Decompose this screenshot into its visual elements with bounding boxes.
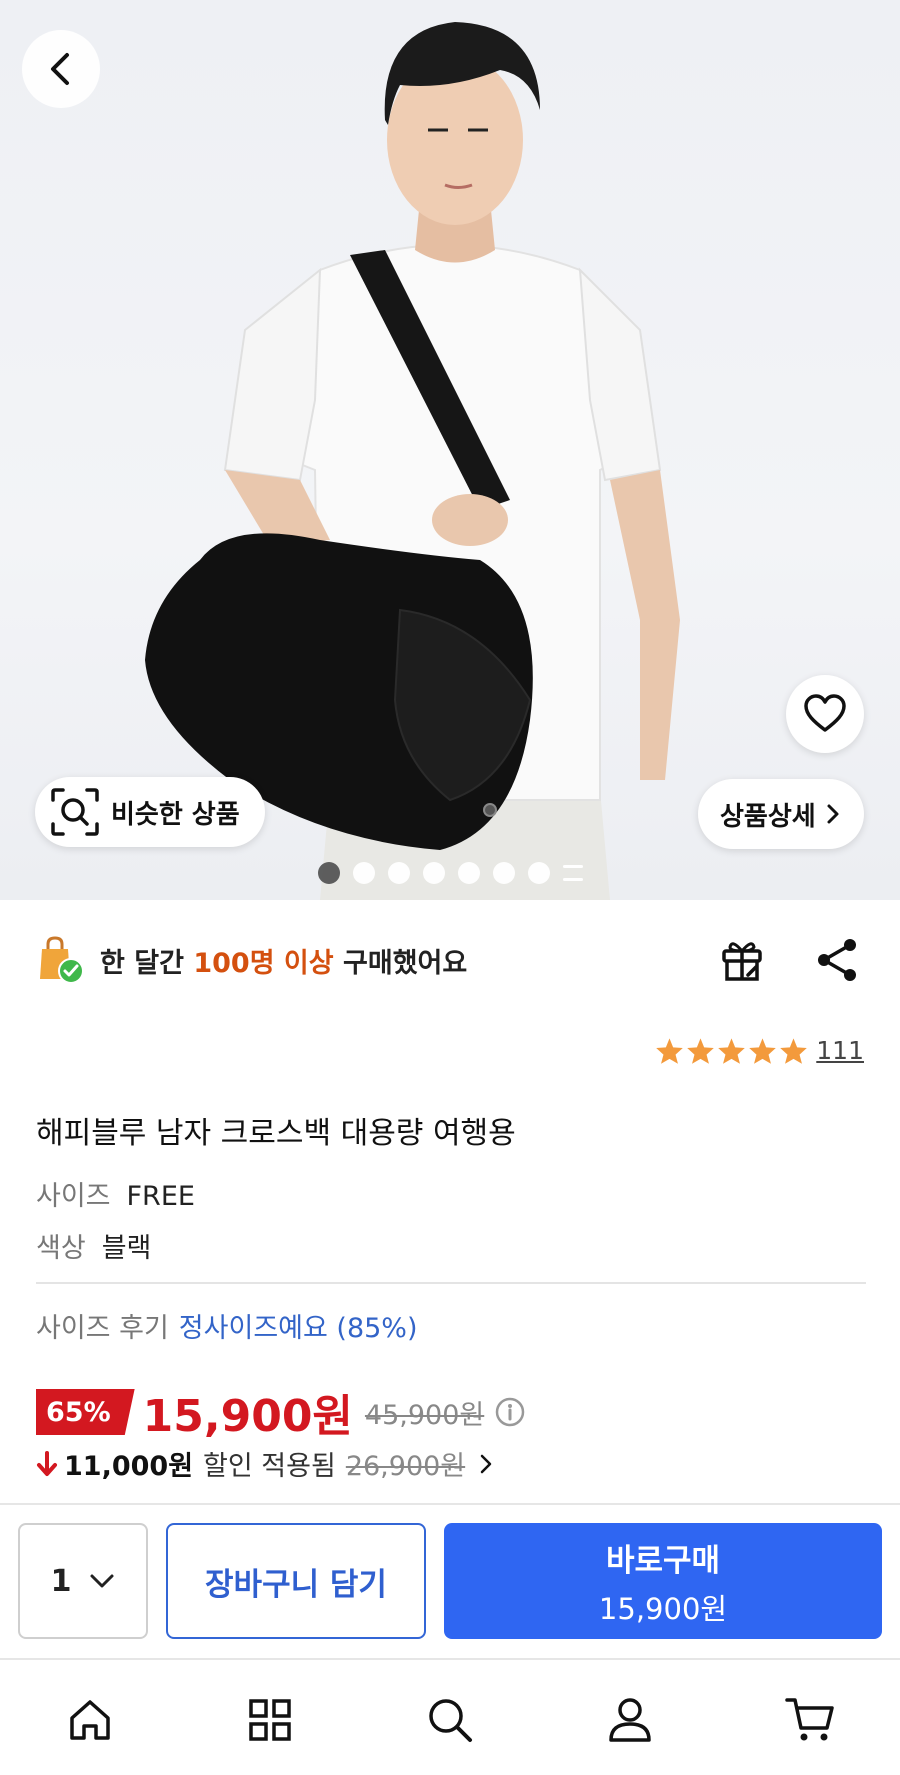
similar-products-label: 비슷한 상품 bbox=[111, 799, 240, 830]
size-label: 사이즈 bbox=[36, 1181, 111, 1212]
home-icon bbox=[70, 1700, 110, 1740]
size-option: 사이즈 FREE bbox=[36, 1174, 195, 1213]
search-icon bbox=[429, 1699, 472, 1742]
chevron-down-icon bbox=[90, 1574, 114, 1588]
product-detail-label: 상품상세 bbox=[720, 801, 816, 832]
purchase-action-bar: 1 장바구니 담기 바로구매 15,900원 bbox=[0, 1503, 900, 1658]
carousel-dot[interactable] bbox=[388, 862, 410, 884]
purchase-count-text: 한 달간 100명 이상 구매했어요 bbox=[100, 947, 468, 979]
arrow-down-icon bbox=[37, 1450, 57, 1476]
heart-icon bbox=[804, 694, 846, 732]
carousel-dot[interactable] bbox=[493, 862, 515, 884]
chevron-right-icon bbox=[827, 804, 839, 824]
buy-now-label: 바로구매 bbox=[605, 1542, 721, 1579]
product-photo bbox=[145, 22, 680, 900]
nav-search[interactable] bbox=[422, 1692, 478, 1748]
coupon-applied-text: 할인 적용됨 bbox=[203, 1451, 336, 1482]
carousel-dot[interactable] bbox=[353, 862, 375, 884]
star-icon bbox=[656, 1037, 684, 1064]
cart-icon bbox=[785, 1698, 834, 1741]
similar-products-button[interactable]: 비슷한 상품 bbox=[35, 777, 265, 847]
add-to-cart-label: 장바구니 담기 bbox=[205, 1566, 387, 1603]
discount-badge: 65% bbox=[36, 1389, 135, 1435]
size-review-value: 정사이즈예요 (85%) bbox=[178, 1313, 418, 1344]
chevron-left-icon bbox=[51, 53, 69, 85]
carousel-dot[interactable] bbox=[458, 862, 480, 884]
nav-cart[interactable] bbox=[782, 1692, 838, 1748]
original-price: 45,900원 bbox=[364, 1399, 485, 1431]
wishlist-button[interactable] bbox=[786, 675, 864, 753]
size-value: FREE bbox=[126, 1181, 195, 1212]
gift-icon bbox=[722, 942, 762, 981]
color-label: 색상 bbox=[36, 1233, 86, 1264]
quantity-select[interactable]: 1 bbox=[18, 1523, 148, 1639]
star-icon bbox=[780, 1037, 808, 1064]
star-icon bbox=[687, 1037, 715, 1064]
pre-coupon-price: 26,900원 bbox=[345, 1451, 466, 1482]
color-option: 색상 블랙 bbox=[36, 1226, 151, 1265]
star-rating bbox=[655, 1037, 808, 1065]
quantity-value: 1 bbox=[50, 1563, 72, 1599]
coupon-amount: 11,000원 bbox=[64, 1451, 194, 1482]
coupon-discount-row[interactable]: 11,000원 할인 적용됨 26,900원 bbox=[36, 1444, 493, 1483]
rating-summary[interactable]: 111 bbox=[655, 1036, 864, 1065]
divider bbox=[36, 1282, 866, 1284]
gift-button[interactable] bbox=[718, 937, 766, 987]
user-icon bbox=[609, 1698, 651, 1742]
category-grid-icon bbox=[249, 1699, 291, 1741]
share-button[interactable] bbox=[816, 937, 860, 987]
review-count-link[interactable]: 111 bbox=[816, 1036, 864, 1065]
nav-my-page[interactable] bbox=[602, 1692, 658, 1748]
product-detail-button[interactable]: 상품상세 bbox=[698, 779, 864, 849]
size-review-label: 사이즈 후기 bbox=[36, 1313, 169, 1344]
star-icon bbox=[749, 1037, 777, 1064]
nav-category[interactable] bbox=[242, 1692, 298, 1748]
shopping-bag-check-icon bbox=[40, 936, 84, 984]
carousel-dot[interactable] bbox=[423, 862, 445, 884]
size-review[interactable]: 사이즈 후기 정사이즈예요 (85%) bbox=[36, 1306, 418, 1345]
buy-now-button[interactable]: 바로구매 15,900원 bbox=[444, 1523, 882, 1639]
buy-now-price: 15,900원 bbox=[598, 1591, 728, 1626]
image-search-icon bbox=[51, 788, 99, 836]
share-icon bbox=[818, 939, 856, 981]
purchase-count-highlight: 100명 이상 bbox=[193, 947, 334, 979]
price-row: 65% 15,900원 45,900원 bbox=[36, 1380, 526, 1444]
chevron-right-icon bbox=[480, 1454, 492, 1473]
product-image-carousel[interactable]: 비슷한 상품 상품상세 bbox=[0, 0, 900, 900]
carousel-indicator bbox=[318, 862, 583, 884]
carousel-dot[interactable] bbox=[318, 862, 340, 884]
back-button[interactable] bbox=[22, 30, 100, 108]
more-images-icon[interactable] bbox=[563, 865, 583, 881]
color-value: 블랙 bbox=[101, 1233, 152, 1264]
bottom-navigation bbox=[0, 1658, 900, 1775]
nav-home[interactable] bbox=[62, 1692, 118, 1748]
info-icon[interactable] bbox=[494, 1396, 526, 1428]
add-to-cart-button[interactable]: 장바구니 담기 bbox=[166, 1523, 426, 1639]
carousel-dot[interactable] bbox=[528, 862, 550, 884]
sale-price: 15,900원 bbox=[142, 1391, 353, 1442]
product-title: 해피블루 남자 크로스백 대용량 여행용 bbox=[36, 1116, 516, 1151]
star-icon bbox=[718, 1037, 746, 1064]
